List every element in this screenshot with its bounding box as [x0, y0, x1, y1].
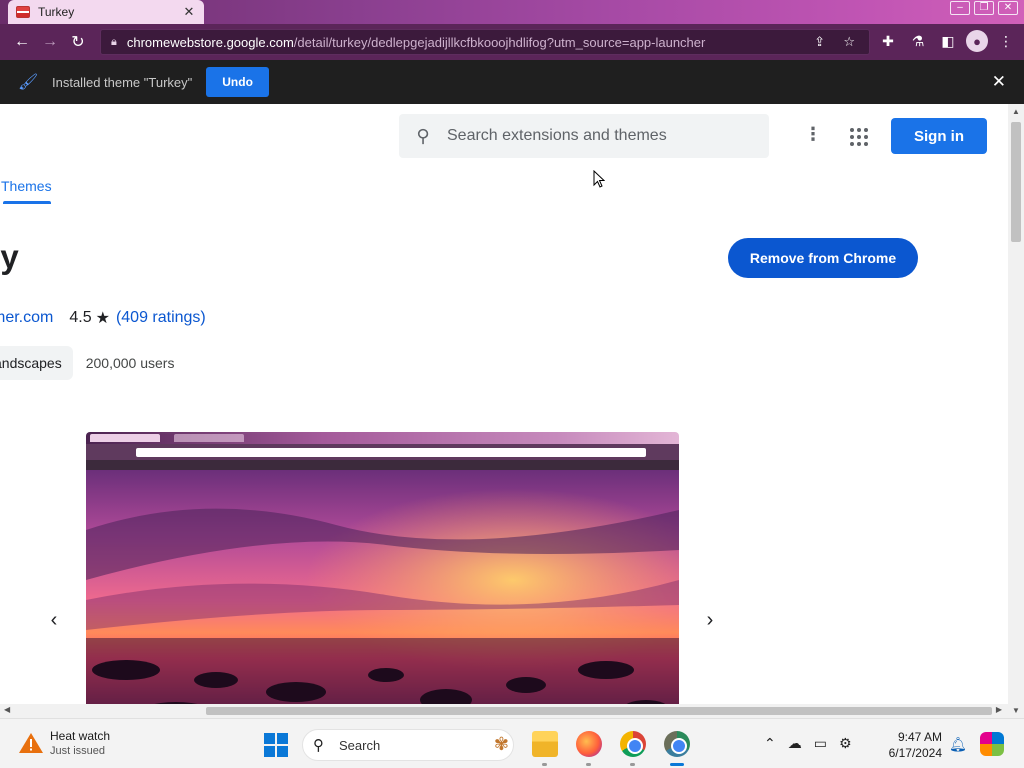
taskbar-clock[interactable]: 9:47 AM 6/17/2024	[884, 729, 942, 761]
user-count: 200,000 users	[85, 355, 175, 371]
running-indicator	[542, 763, 547, 766]
reload-icon[interactable]: ↻	[64, 28, 92, 56]
sunset-image	[86, 470, 679, 704]
search-icon[interactable]: ⚲	[399, 126, 447, 147]
mouse-cursor-icon	[593, 170, 605, 188]
horizontal-scroll-thumb[interactable]	[206, 707, 992, 715]
file-explorer-icon[interactable]	[532, 731, 558, 757]
offered-by-link[interactable]: mer.com	[0, 309, 53, 327]
windows-start-icon[interactable]	[264, 733, 288, 757]
forward-arrow-icon[interactable]: →	[36, 28, 64, 56]
cloud-offline-icon[interactable]: ☁	[788, 735, 802, 752]
windows-taskbar: Heat watch Just issued ⚲ Search ✾ ⌃ ☁ ▭ …	[0, 718, 1024, 768]
copilot-icon[interactable]	[980, 732, 1004, 756]
screenshot-toolbar	[86, 444, 679, 460]
toolbar-actions: ✚ ⚗ ◧ ● ⋮	[876, 28, 1018, 54]
bookmark-star-icon[interactable]: ☆	[843, 34, 855, 50]
taskbar-search[interactable]: ⚲ Search ✾	[302, 729, 514, 761]
scroll-up-icon[interactable]: ▲	[1012, 107, 1020, 116]
rating-value: 4.5	[69, 309, 92, 326]
taskbar-search-label: Search	[339, 737, 381, 753]
carousel-prev-icon[interactable]: ‹	[44, 609, 64, 632]
themes-tab-indicator	[3, 201, 51, 204]
infobar-message: Installed theme "Turkey"	[52, 74, 193, 90]
chrome-icon[interactable]	[620, 731, 646, 757]
remove-from-chrome-button[interactable]: Remove from Chrome	[728, 238, 918, 278]
sign-in-button[interactable]: Sign in	[891, 118, 987, 154]
side-panel-icon[interactable]: ◧	[936, 28, 960, 54]
apps-grid-icon[interactable]	[850, 128, 868, 146]
breadcrumb-themes-link[interactable]: Themes	[1, 178, 52, 194]
horizontal-scrollbar[interactable]: ◀ ▶	[0, 704, 1008, 718]
system-tray: ⌃ ☁ ▭ ⚙	[764, 735, 852, 752]
vertical-scroll-thumb[interactable]	[1011, 122, 1021, 242]
item-title: ey	[0, 238, 19, 275]
theme-screenshot	[86, 432, 679, 704]
chrome-themed-icon[interactable]	[664, 731, 690, 757]
browser-tabstrip: Turkey ✕ – ❐ ✕	[0, 0, 1024, 24]
screenshot-bookmarks-bar	[86, 460, 679, 470]
store-search-box[interactable]: ⚲	[399, 114, 769, 158]
more-vert-icon[interactable]: ⋮	[804, 124, 822, 145]
active-app-indicator	[670, 763, 684, 766]
scroll-right-icon[interactable]: ▶	[996, 705, 1002, 714]
ratings-count-link[interactable]: (409 ratings)	[116, 309, 206, 327]
chevron-up-icon[interactable]: ⌃	[764, 735, 776, 752]
clock-time: 9:47 AM	[897, 730, 942, 744]
tab-title: Turkey	[38, 5, 75, 19]
url-path: /detail/turkey/dedlepgejadijllkcfbkooojh…	[293, 34, 706, 50]
minimize-icon[interactable]: –	[950, 1, 970, 15]
window-controls: – ❐ ✕	[950, 1, 1018, 15]
screenshot-tabstrip	[86, 432, 679, 444]
taskbar-search-icon: ⚲	[313, 737, 324, 754]
running-indicator	[630, 763, 635, 766]
close-window-icon[interactable]: ✕	[998, 1, 1018, 15]
undo-button[interactable]: Undo	[206, 67, 269, 97]
display-icon[interactable]: ▭	[814, 735, 827, 752]
paintbrush-icon: 🖌︎	[18, 74, 39, 91]
browser-menu-icon[interactable]: ⋮	[994, 28, 1018, 54]
share-icon[interactable]: ⇪	[814, 34, 825, 50]
infobar-close-icon[interactable]: ✕	[992, 72, 1006, 92]
tab-favicon-icon	[16, 6, 30, 18]
url-text[interactable]: chromewebstore.google.com/detail/turkey/…	[127, 35, 797, 50]
theme-installed-infobar: 🖌︎ Installed theme "Turkey" Undo ✕	[0, 60, 1024, 104]
restore-icon[interactable]: ❐	[974, 1, 994, 15]
scroll-left-icon[interactable]: ◀	[4, 705, 10, 714]
lock-icon[interactable]: 🔒︎	[111, 36, 117, 49]
store-search-input[interactable]	[447, 127, 747, 145]
lab-flask-icon[interactable]: ⚗	[906, 28, 930, 54]
rating-star-icon: ★	[95, 310, 110, 327]
notification-bell-icon[interactable]: 🔔︎	[949, 736, 967, 753]
scroll-down-icon[interactable]: ▼	[1012, 706, 1020, 715]
warning-icon	[19, 733, 43, 753]
vertical-scrollbar[interactable]: ▲ ▼	[1008, 104, 1024, 718]
category-chip[interactable]: andscapes	[0, 346, 73, 380]
weather-title: Heat watch	[50, 729, 111, 743]
extensions-puzzle-icon[interactable]: ✚	[876, 28, 900, 54]
webstore-page: ⚲ ⋮ Sign in Themes ey Remove from Chrome…	[0, 104, 1008, 704]
weather-widget[interactable]: Heat watch Just issued	[18, 729, 110, 757]
item-tags-row: andscapes 200,000 users	[0, 346, 174, 380]
clock-date: 6/17/2024	[888, 746, 942, 760]
butterfly-icon: ✾	[493, 734, 509, 754]
profile-avatar-icon[interactable]: ●	[966, 30, 988, 52]
language-icon[interactable]: ⚙	[839, 735, 852, 752]
carousel-next-icon[interactable]: ›	[700, 609, 720, 632]
running-indicator	[586, 763, 591, 766]
url-host: chromewebstore.google.com	[126, 34, 294, 50]
browser-tab-active[interactable]: Turkey ✕	[8, 0, 204, 24]
tab-close-icon[interactable]: ✕	[182, 4, 196, 20]
browser-toolbar: ← → ↻ 🔒︎ chromewebstore.google.com/detai…	[0, 24, 1024, 60]
back-arrow-icon[interactable]: ←	[8, 28, 36, 56]
firefox-icon[interactable]	[576, 731, 602, 757]
weather-subtitle: Just issued	[50, 745, 106, 757]
item-meta-row: mer.com 4.5 ★ (409 ratings)	[0, 308, 206, 328]
address-bar[interactable]: 🔒︎ chromewebstore.google.com/detail/turk…	[100, 29, 870, 55]
